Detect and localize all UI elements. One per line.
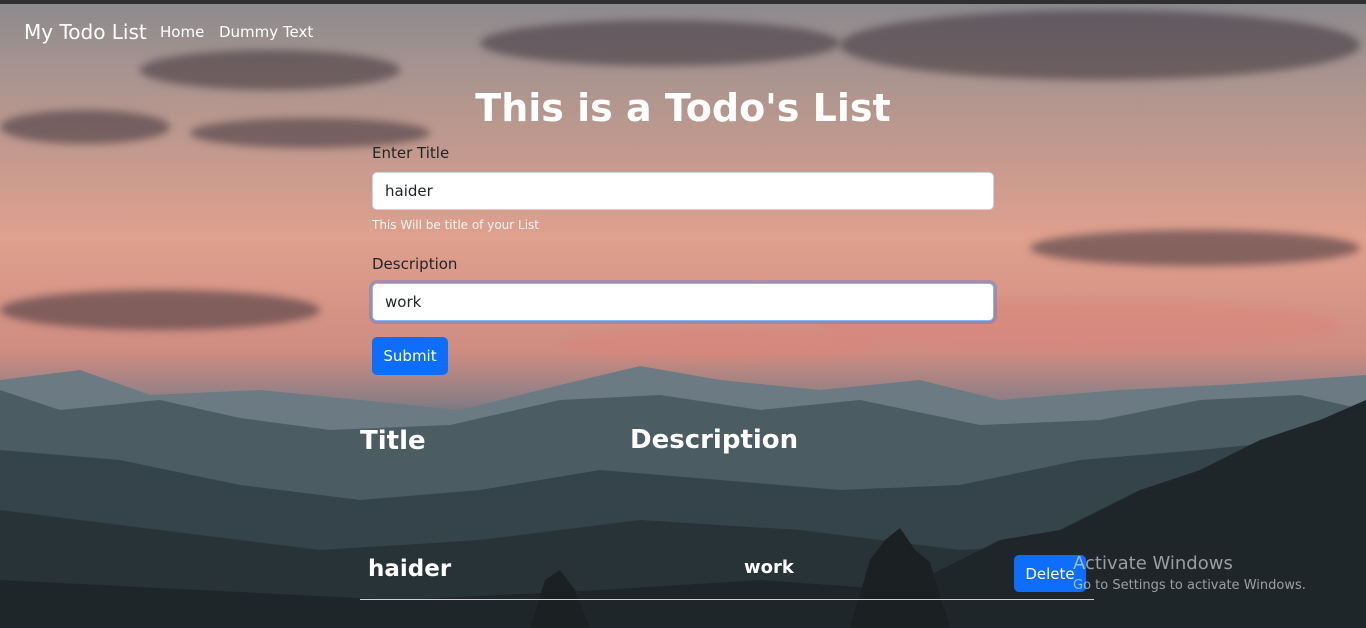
activate-windows-subtitle: Go to Settings to activate Windows. bbox=[1073, 578, 1306, 593]
browser-top-strip bbox=[0, 0, 1366, 4]
nav-link-home[interactable]: Home bbox=[160, 23, 204, 41]
activate-windows-title: Activate Windows bbox=[1073, 553, 1233, 574]
title-input[interactable] bbox=[372, 172, 994, 210]
nav-link-dummy-text[interactable]: Dummy Text bbox=[219, 23, 313, 41]
navbar-brand[interactable]: My Todo List bbox=[24, 20, 147, 44]
title-label: Enter Title bbox=[372, 144, 450, 162]
cloud-shape bbox=[140, 50, 400, 90]
description-label: Description bbox=[372, 255, 458, 273]
cloud-shape bbox=[1030, 230, 1360, 266]
row-divider bbox=[360, 599, 1094, 600]
page-background: My Todo List Home Dummy Text This is a T… bbox=[0, 0, 1366, 628]
submit-button[interactable]: Submit bbox=[372, 337, 448, 375]
table-header-description: Description bbox=[630, 425, 799, 455]
description-input[interactable] bbox=[372, 283, 994, 321]
page-title: This is a Todo's List bbox=[475, 86, 891, 130]
table-header-title: Title bbox=[360, 426, 426, 456]
todo-item-title: haider bbox=[368, 556, 452, 582]
title-help-text: This Will be title of your List bbox=[372, 218, 539, 232]
todo-item-description: work bbox=[744, 557, 794, 578]
navbar: My Todo List Home Dummy Text bbox=[0, 10, 1366, 54]
